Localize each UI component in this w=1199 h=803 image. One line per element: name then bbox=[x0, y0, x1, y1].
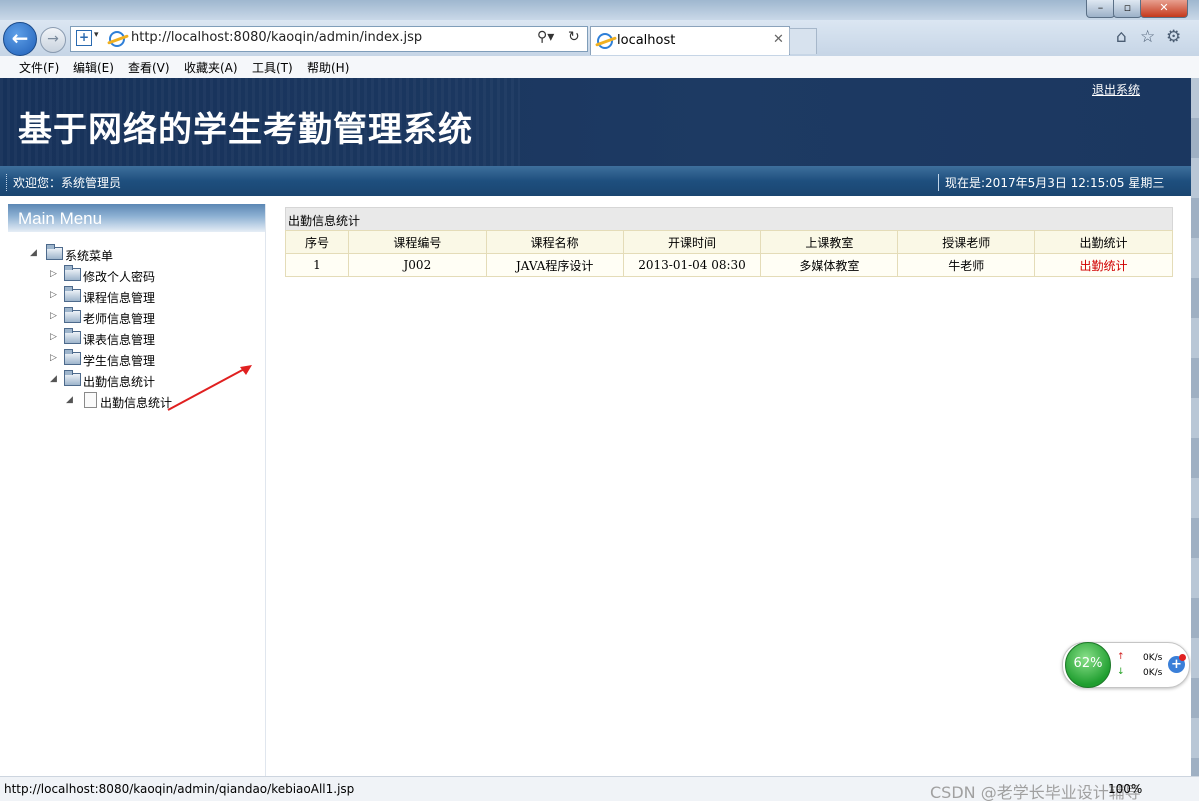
menu-edit[interactable]: 编辑(E) bbox=[73, 59, 114, 76]
attendance-stats-link[interactable]: 出勤统计 bbox=[1080, 259, 1128, 273]
sidebar-header: Main Menu bbox=[8, 204, 265, 232]
welcome-bar: 欢迎您：系统管理员 现在是:2017年5月3日 12:15:05 星期三 bbox=[0, 166, 1191, 196]
attendance-panel: 出勤信息统计 序号 课程编号 课程名称 开课时间 上课教室 授课老师 出勤统计 … bbox=[285, 207, 1173, 277]
close-icon[interactable]: ✕ bbox=[773, 32, 784, 47]
panel-title-bar: 出勤信息统计 bbox=[285, 207, 1173, 231]
folder-icon bbox=[64, 370, 81, 386]
table-cell: 2013-01-04 08:30 bbox=[622, 253, 762, 277]
refresh-icon[interactable]: ↻ bbox=[568, 29, 580, 45]
folder-icon bbox=[64, 328, 81, 344]
network-speed-widget[interactable]: 62% ↑ 0K/s ↓ 0K/s + bbox=[1062, 642, 1190, 688]
maximize-button[interactable]: ▫ bbox=[1113, 0, 1142, 18]
menu-help[interactable]: 帮助(H) bbox=[307, 59, 349, 76]
sidebar-item-label: 出勤信息统计 bbox=[83, 375, 156, 389]
close-window-button[interactable]: ✕ bbox=[1140, 0, 1188, 18]
download-arrow-icon: ↓ bbox=[1117, 667, 1125, 677]
upload-arrow-icon: ↑ bbox=[1117, 652, 1125, 662]
column-header: 课程名称 bbox=[485, 230, 624, 254]
star-icon[interactable]: ☆ bbox=[1140, 27, 1155, 47]
column-header: 课程编号 bbox=[347, 230, 487, 254]
sidebar-item-course[interactable]: ▷ 课程信息管理 bbox=[50, 286, 250, 307]
new-tab-button[interactable] bbox=[789, 28, 817, 54]
browser-tab[interactable]: localhost ✕ bbox=[590, 26, 790, 55]
file-icon bbox=[84, 392, 97, 408]
table-cell: 牛老师 bbox=[897, 253, 1036, 277]
attendance-table: 序号 课程编号 课程名称 开课时间 上课教室 授课老师 出勤统计 1 J002 … bbox=[285, 230, 1173, 277]
datetime-text: 现在是:2017年5月3日 12:15:05 星期三 bbox=[938, 174, 1164, 191]
widget-percent[interactable]: 62% bbox=[1065, 642, 1111, 688]
ie-page-icon bbox=[109, 31, 125, 47]
folder-icon bbox=[64, 307, 81, 323]
collapsed-triangle-icon[interactable]: ▷ bbox=[50, 290, 57, 300]
browser-menubar: 文件(F) 编辑(E) 查看(V) 收藏夹(A) 工具(T) 帮助(H) bbox=[0, 56, 1199, 79]
collapsed-triangle-icon[interactable]: ▷ bbox=[50, 269, 57, 279]
forward-arrow-icon[interactable]: → bbox=[40, 27, 66, 53]
back-arrow-icon[interactable]: ← bbox=[3, 22, 37, 56]
browser-statusbar: http://localhost:8080/kaoqin/admin/qiand… bbox=[0, 776, 1199, 802]
table-cell: 出勤统计 bbox=[1034, 253, 1173, 277]
desktop-edge bbox=[1191, 78, 1199, 776]
column-header: 授课老师 bbox=[897, 230, 1036, 254]
folder-icon bbox=[64, 286, 81, 302]
tree-root[interactable]: ◢ 系统菜单 bbox=[30, 244, 230, 265]
chevron-down-icon[interactable]: ▾ bbox=[94, 30, 99, 40]
column-header: 序号 bbox=[285, 230, 349, 254]
ie-tab-icon bbox=[597, 33, 613, 49]
menu-file[interactable]: 文件(F) bbox=[19, 59, 59, 76]
expanded-triangle-icon[interactable]: ◢ bbox=[50, 374, 57, 384]
folder-icon bbox=[64, 265, 81, 281]
browser-navbar: ← → + ▾ http://localhost:8080/kaoqin/adm… bbox=[0, 20, 1199, 56]
collapsed-triangle-icon[interactable]: ▷ bbox=[50, 311, 57, 321]
panel-title: 出勤信息统计 bbox=[288, 214, 361, 228]
sidebar-title: Main Menu bbox=[18, 209, 103, 228]
expanded-triangle-icon[interactable]: ◢ bbox=[30, 248, 37, 258]
tree-root-label: 系统菜单 bbox=[65, 249, 114, 263]
window-titlebar: – ▫ ✕ bbox=[0, 0, 1199, 20]
zoom-level[interactable]: 100% bbox=[1108, 782, 1142, 796]
table-cell: JAVA程序设计 bbox=[485, 253, 624, 277]
table-cell: J002 bbox=[347, 253, 487, 277]
status-url: http://localhost:8080/kaoqin/admin/qiand… bbox=[4, 782, 355, 796]
folder-icon bbox=[64, 349, 81, 365]
notification-dot bbox=[1179, 654, 1186, 661]
sidebar-item-schedule[interactable]: ▷ 课表信息管理 bbox=[50, 328, 250, 349]
address-url[interactable]: http://localhost:8080/kaoqin/admin/index… bbox=[131, 30, 422, 45]
table-cell: 1 bbox=[285, 253, 349, 277]
page-header: 退出系统 基于网络的学生考勤管理系统 bbox=[0, 78, 1191, 168]
sidebar: Main Menu ◢ 系统菜单 ▷ 修改个人密码 ▷ 课程信息管理 ▷ 老师信… bbox=[8, 204, 266, 776]
sidebar-item-label: 学生信息管理 bbox=[83, 354, 156, 368]
menu-favorites[interactable]: 收藏夹(A) bbox=[184, 59, 238, 76]
welcome-text: 欢迎您：系统管理员 bbox=[6, 174, 121, 191]
compat-view-icon[interactable]: + bbox=[76, 30, 92, 46]
sidebar-item-label: 课程信息管理 bbox=[83, 291, 156, 305]
sidebar-item-label: 课表信息管理 bbox=[83, 333, 156, 347]
table-row: 1 J002 JAVA程序设计 2013-01-04 08:30 多媒体教室 牛… bbox=[285, 253, 1173, 277]
upload-speed: 0K/s bbox=[1143, 653, 1163, 663]
sidebar-item-label: 老师信息管理 bbox=[83, 312, 156, 326]
table-header-row: 序号 课程编号 课程名称 开课时间 上课教室 授课老师 出勤统计 bbox=[285, 230, 1173, 254]
download-speed: 0K/s bbox=[1143, 668, 1163, 678]
collapsed-triangle-icon[interactable]: ▷ bbox=[50, 332, 57, 342]
logout-link[interactable]: 退出系统 bbox=[1092, 81, 1140, 98]
column-header: 开课时间 bbox=[622, 230, 762, 254]
expanded-triangle-icon[interactable]: ◢ bbox=[66, 395, 73, 405]
tab-title: localhost bbox=[617, 33, 676, 48]
address-bar[interactable]: + ▾ http://localhost:8080/kaoqin/admin/i… bbox=[70, 26, 588, 52]
column-header: 上课教室 bbox=[760, 230, 899, 254]
column-header: 出勤统计 bbox=[1034, 230, 1173, 254]
sidebar-item-teacher[interactable]: ▷ 老师信息管理 bbox=[50, 307, 250, 328]
minimize-button[interactable]: – bbox=[1086, 0, 1115, 18]
collapsed-triangle-icon[interactable]: ▷ bbox=[50, 353, 57, 363]
home-icon[interactable]: ⌂ bbox=[1116, 27, 1127, 47]
annotation-arrow-icon bbox=[167, 365, 252, 411]
search-icon[interactable]: ⚲▾ bbox=[537, 29, 554, 45]
folder-icon bbox=[46, 244, 63, 260]
sidebar-item-password[interactable]: ▷ 修改个人密码 bbox=[50, 265, 250, 286]
menu-view[interactable]: 查看(V) bbox=[128, 59, 170, 76]
menu-tools[interactable]: 工具(T) bbox=[252, 59, 293, 76]
table-cell: 多媒体教室 bbox=[760, 253, 899, 277]
sidebar-item-label: 修改个人密码 bbox=[83, 270, 156, 284]
gear-icon[interactable]: ⚙ bbox=[1166, 27, 1181, 47]
page-title: 基于网络的学生考勤管理系统 bbox=[18, 110, 473, 150]
